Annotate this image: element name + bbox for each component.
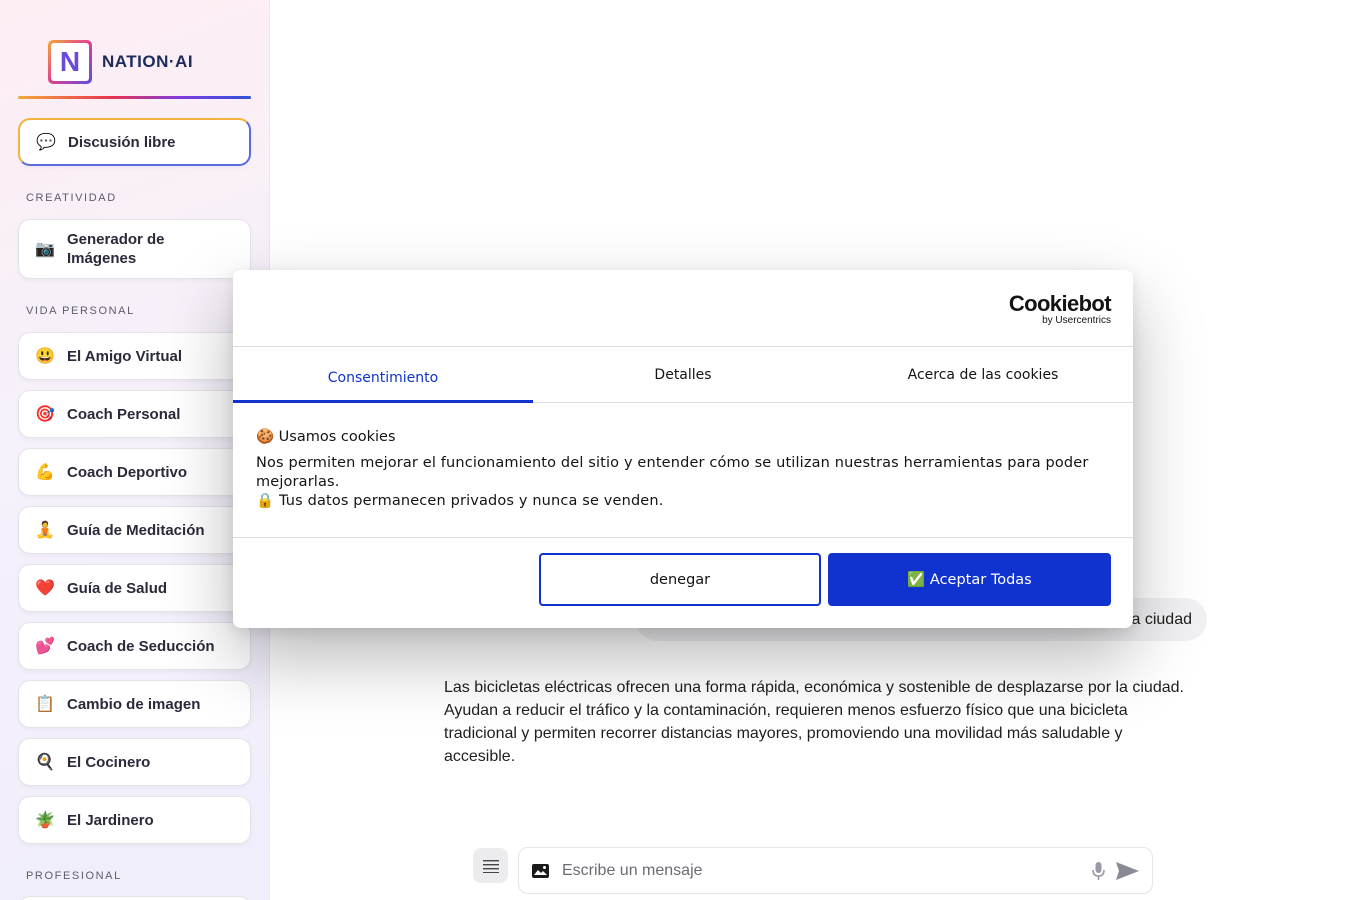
sidebar-item-label: Guía de Salud bbox=[67, 579, 168, 597]
sidebar-item-label: Cambio de imagen bbox=[67, 695, 201, 713]
cookie-description: Nos permiten mejorar el funcionamiento d… bbox=[256, 455, 1089, 490]
sidebar-item-discusion-libre[interactable]: 💬 Discusión libre bbox=[18, 118, 251, 166]
sidebar-item-label: Generador de Imágenes bbox=[67, 231, 165, 267]
image-upload-button[interactable] bbox=[531, 863, 550, 879]
logo-letter: N bbox=[51, 43, 89, 81]
sidebar-item-guia-salud[interactable]: ❤️ Guía de Salud bbox=[18, 564, 251, 612]
brand-divider bbox=[18, 96, 251, 99]
message-composer bbox=[518, 847, 1153, 894]
sidebar-item-coach-seduccion[interactable]: 💕 Coach de Seducción bbox=[18, 622, 251, 670]
cookie-consent-dialog: Cookiebot by Usercentrics Consentimiento… bbox=[233, 270, 1133, 628]
sidebar-item-partial[interactable] bbox=[18, 896, 251, 900]
two-hearts-icon: 💕 bbox=[35, 638, 55, 655]
section-label-profesional: PROFESIONAL bbox=[26, 870, 122, 882]
checkmark-icon: ✅ bbox=[907, 572, 926, 588]
frying-pan-icon: 🍳 bbox=[35, 754, 55, 771]
cookie-icon: 🍪 bbox=[256, 429, 275, 445]
assistant-message: Las bicicletas eléctricas ofrecen una fo… bbox=[444, 679, 1184, 765]
cookiebot-brand-name: Cookiebot bbox=[1008, 291, 1112, 316]
target-icon: 🎯 bbox=[35, 406, 55, 423]
cookiebot-brand-sub: by Usercentrics bbox=[1042, 315, 1111, 326]
sidebar-item-jardinero[interactable]: 🪴 El Jardinero bbox=[18, 796, 251, 844]
tab-detalles[interactable]: Detalles bbox=[533, 347, 833, 402]
sidebar-item-coach-personal[interactable]: 🎯 Coach Personal bbox=[18, 390, 251, 438]
nation-ai-logo-icon: N bbox=[48, 40, 92, 84]
user-message-text: a ciudad bbox=[1131, 610, 1193, 628]
hamburger-menu-icon bbox=[482, 859, 499, 873]
tools-menu-button[interactable] bbox=[473, 848, 508, 883]
cookie-body: 🍪 Usamos cookies Nos permiten mejorar el… bbox=[256, 428, 1116, 511]
lock-icon: 🔒 bbox=[256, 493, 275, 509]
cookie-title: 🍪 Usamos cookies bbox=[256, 428, 1116, 445]
tab-acerca-cookies[interactable]: Acerca de las cookies bbox=[833, 347, 1133, 402]
sidebar-item-amigo-virtual[interactable]: 😃 El Amigo Virtual bbox=[18, 332, 251, 380]
cookiebot-logo: Cookiebot by Usercentrics bbox=[1008, 291, 1112, 327]
sidebar-item-label: El Amigo Virtual bbox=[67, 347, 183, 365]
cookie-tabs: Consentimiento Detalles Acerca de las co… bbox=[233, 346, 1133, 403]
microphone-icon bbox=[1092, 861, 1105, 880]
send-icon bbox=[1116, 861, 1139, 880]
microphone-button[interactable] bbox=[1092, 861, 1105, 881]
accept-all-label: Aceptar Todas bbox=[929, 572, 1032, 588]
send-button[interactable] bbox=[1115, 861, 1140, 881]
brand-name: NATION·AI bbox=[102, 52, 194, 71]
cookie-privacy-note: 🔒 Tus datos permanecen privados y nunca … bbox=[256, 492, 1116, 511]
potted-plant-icon: 🪴 bbox=[35, 812, 55, 829]
section-label-vida-personal: VIDA PERSONAL bbox=[26, 305, 135, 317]
deny-button[interactable]: denegar bbox=[539, 553, 821, 606]
cookie-title-text: Usamos cookies bbox=[278, 429, 396, 445]
sidebar-item-label: El Jardinero bbox=[67, 811, 154, 829]
sidebar-item-label: Coach Deportivo bbox=[67, 463, 188, 481]
meditation-icon: 🧘 bbox=[35, 522, 55, 539]
sidebar-item-label: El Cocinero bbox=[67, 753, 151, 771]
sidebar-item-guia-meditacion[interactable]: 🧘 Guía de Meditación bbox=[18, 506, 251, 554]
sidebar-item-label: Coach de Seducción bbox=[67, 637, 215, 655]
smiley-icon: 😃 bbox=[35, 348, 55, 365]
camera-icon: 📷 bbox=[35, 241, 55, 258]
sidebar-item-label: Coach Personal bbox=[67, 405, 181, 423]
flexed-arm-icon: 💪 bbox=[35, 464, 55, 481]
sidebar-item-label: Guía de Meditación bbox=[67, 521, 205, 539]
heart-icon: ❤️ bbox=[35, 580, 55, 597]
image-icon bbox=[532, 863, 549, 878]
accept-all-button[interactable]: ✅ Aceptar Todas bbox=[828, 553, 1111, 606]
section-label-creatividad: CREATIVIDAD bbox=[26, 192, 117, 204]
sidebar-item-coach-deportivo[interactable]: 💪 Coach Deportivo bbox=[18, 448, 251, 496]
message-input[interactable] bbox=[562, 861, 1092, 880]
brand-logo[interactable]: N NATION·AI bbox=[48, 40, 193, 84]
tab-consentimiento[interactable]: Consentimiento bbox=[233, 347, 533, 403]
sidebar-item-cambio-imagen[interactable]: 📋 Cambio de imagen bbox=[18, 680, 251, 728]
sidebar-item-label: Discusión libre bbox=[68, 133, 176, 151]
clipboard-icon: 📋 bbox=[35, 696, 55, 713]
sidebar: N NATION·AI 💬 Discusión libre CREATIVIDA… bbox=[0, 0, 270, 900]
sidebar-item-cocinero[interactable]: 🍳 El Cocinero bbox=[18, 738, 251, 786]
speech-bubble-icon: 💬 bbox=[36, 134, 56, 151]
cookie-divider bbox=[233, 537, 1133, 538]
sidebar-item-generador-imagenes[interactable]: 📷 Generador de Imágenes bbox=[18, 219, 251, 279]
privacy-note-text: Tus datos permanecen privados y nunca se… bbox=[278, 493, 664, 509]
